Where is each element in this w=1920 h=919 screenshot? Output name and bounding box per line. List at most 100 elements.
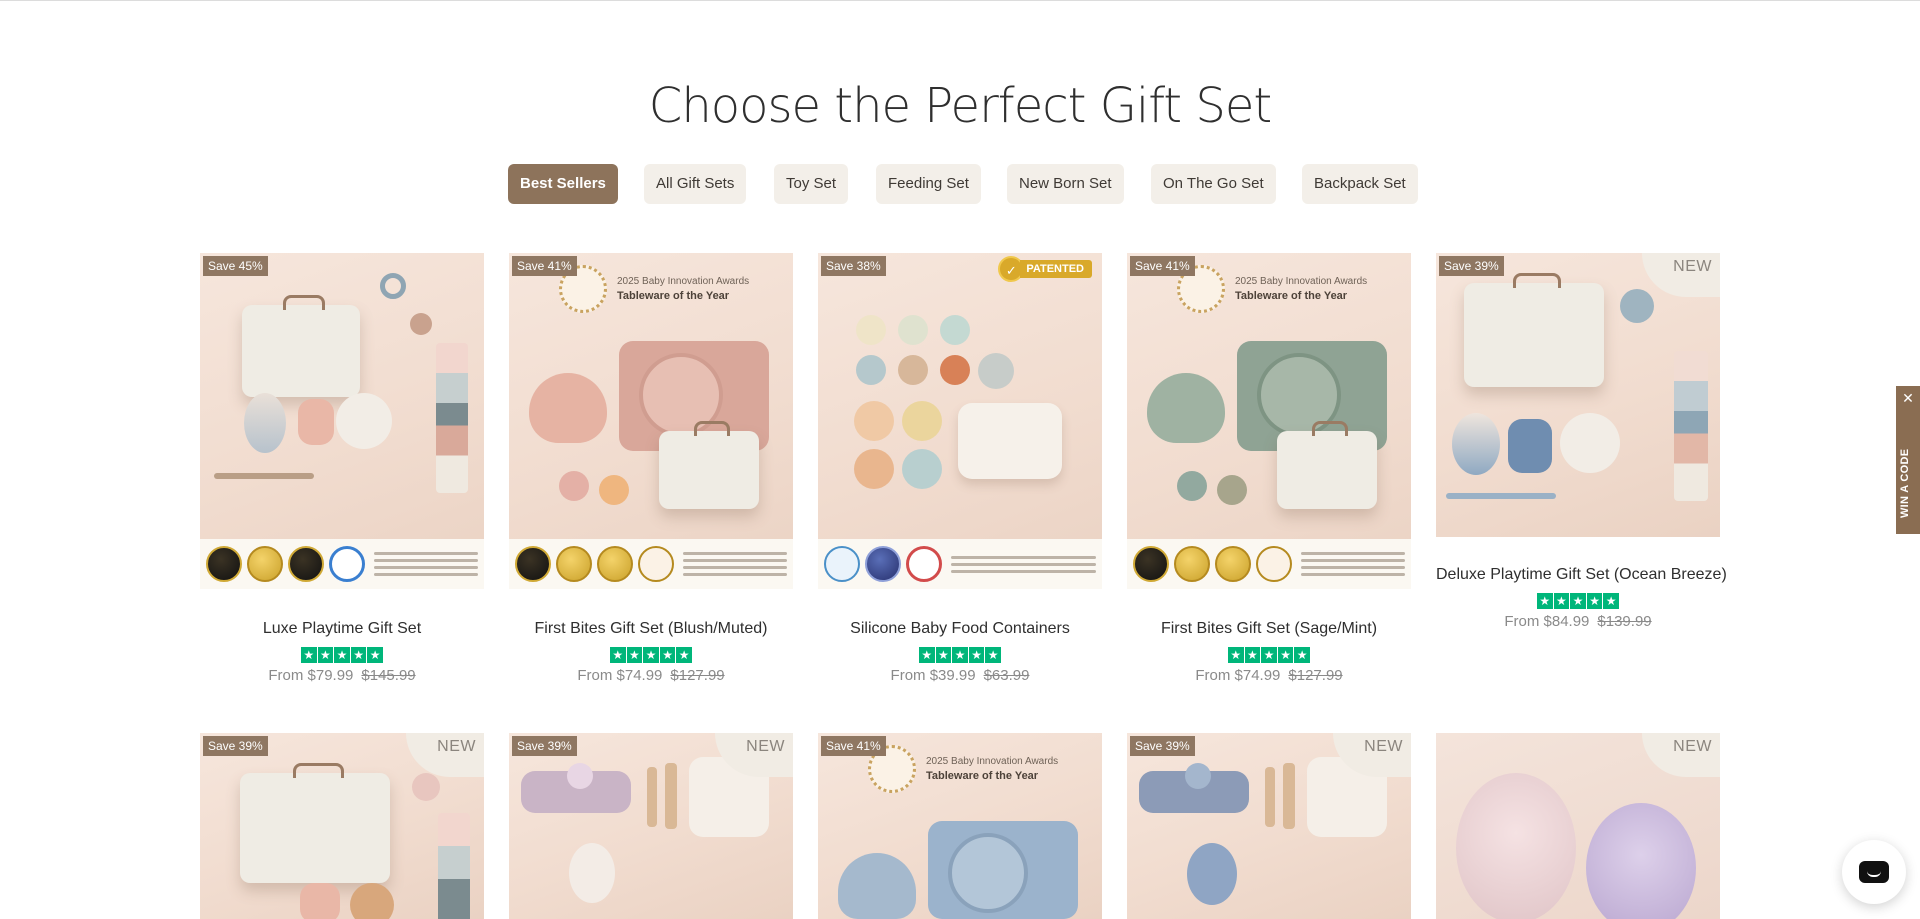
product-name[interactable]: First Bites Gift Set (Blush/Muted) [509,619,793,639]
product-card[interactable]: NEW [1436,733,1720,919]
star-rating: ★ ★ ★ ★ ★ [301,647,383,663]
teether-ring-image [380,273,406,299]
award-header: 2025 Baby Innovation Awards Tableware of … [868,745,1058,793]
product-box-image [958,403,1062,479]
bib-image [529,373,607,443]
product-card[interactable]: Save 39% NEW [509,733,793,919]
discount-badge: Save 41% [512,256,577,276]
bib-image [1147,373,1225,443]
gift-case-image [1277,421,1377,509]
cup-image [1177,471,1207,501]
star-icon: ★ [1553,593,1570,609]
product-card[interactable]: Save 41% 2025 Baby Innovation Awards Tabl… [818,733,1102,919]
win-a-code-label[interactable]: WIN A CODE [1899,408,1911,518]
product-card[interactable]: Save 38% ✓ PATENTED Silicone Baby Food C… [818,253,1102,684]
product-image[interactable]: Save 39% NEW [509,733,793,919]
product-card[interactable]: Save 39% NEW [200,733,484,919]
star-rattle-image [1185,763,1211,789]
award-medal-icon [1256,546,1292,582]
sale-price: From $74.99 [577,667,663,684]
star-icon: ★ [968,647,985,663]
compare-price: $63.99 [983,667,1030,684]
close-icon[interactable]: ✕ [1896,390,1920,407]
product-name[interactable]: Luxe Playtime Gift Set [200,619,484,639]
container-image [856,315,886,345]
sale-price: From $39.99 [890,667,976,684]
product-image[interactable]: Save 38% ✓ PATENTED [818,253,1102,589]
product-name[interactable]: Deluxe Playtime Gift Set (Ocean Breeze) [1436,565,1727,585]
tab-best-sellers[interactable]: Best Sellers [508,164,618,204]
chat-button[interactable] [1842,840,1906,904]
busy-toy-image [300,883,340,919]
star-icon: ★ [1603,593,1619,609]
gift-case-image [659,421,759,509]
award-medal-icon [824,546,860,582]
new-tag: NEW [1642,253,1720,297]
win-a-code-tab[interactable]: ✕ WIN A CODE [1896,386,1920,534]
product-card[interactable]: Save 39% NEW [1127,733,1411,919]
price-row: From $84.99 $139.99 [1436,613,1720,630]
star-icon: ★ [334,647,350,663]
toy-piece-image [412,773,440,801]
plush-bunny-image [1456,773,1576,919]
tab-toy-set[interactable]: Toy Set [774,164,849,204]
bib-image [838,853,916,919]
rattle-image [244,393,286,453]
product-name[interactable]: First Bites Gift Set (Sage/Mint) [1127,619,1411,639]
product-card[interactable]: Save 41% 2025 Baby Innovation Awards Tabl… [509,253,793,684]
container-image [902,449,942,489]
star-icon: ★ [1228,647,1244,663]
patented-badge: ✓ PATENTED [998,256,1092,282]
star-icon: ★ [1277,647,1294,663]
tab-on-the-go-set[interactable]: On The Go Set [1151,164,1276,204]
tab-backpack-set[interactable]: Backpack Set [1302,164,1418,204]
product-image[interactable]: Save 45% [200,253,484,589]
container-image [898,355,928,385]
compare-price: $127.99 [1288,667,1343,684]
award-text-lines [679,552,787,576]
star-rattle-image [567,763,593,789]
cup-image [559,471,589,501]
star-icon: ★ [1294,647,1310,663]
plush-bunny-image [569,843,615,903]
product-image[interactable]: Save 39% NEW [200,733,484,919]
product-card[interactable]: Save 39% NEW Deluxe Playtime Gift Set (O… [1436,253,1727,630]
product-name[interactable]: Silicone Baby Food Containers [818,619,1102,639]
star-icon: ★ [367,647,383,663]
tab-all-gift-sets[interactable]: All Gift Sets [644,164,747,204]
star-icon: ★ [350,647,367,663]
product-image[interactable]: Save 39% NEW [1127,733,1411,919]
compare-price: $145.99 [361,667,416,684]
product-image[interactable]: Save 39% NEW [1436,253,1720,537]
award-medal-icon [1215,546,1251,582]
tab-feeding-set[interactable]: Feeding Set [876,164,981,204]
product-image[interactable]: Save 41% 2025 Baby Innovation Awards Tabl… [818,733,1102,919]
awards-strip [818,539,1102,589]
star-icon: ★ [676,647,692,663]
brush-image [1265,767,1275,827]
star-icon: ★ [1586,593,1603,609]
compare-price: $139.99 [1597,613,1652,630]
discount-badge: Save 39% [1439,256,1504,276]
award-title: 2025 Baby Innovation Awards [926,756,1059,767]
plush-toy-image [350,883,394,919]
product-image[interactable]: NEW [1436,733,1720,919]
plush-dino-image [1187,843,1237,905]
sale-price: From $74.99 [1195,667,1281,684]
awards-strip [200,539,484,589]
award-medal-icon [1174,546,1210,582]
discount-badge: Save 41% [1130,256,1195,276]
awards-strip [1127,539,1411,589]
stacking-cups-image [1674,351,1708,501]
product-card[interactable]: Save 45% Luxe Playtime Gift Set ★ ★ ★ ★ ★ Fr… [200,253,484,684]
divided-plate-image [948,833,1028,913]
product-card[interactable]: Save 41% 2025 Baby Innovation Awards Tabl… [1127,253,1411,684]
product-image[interactable]: Save 41% 2025 Baby Innovation Awards Tabl… [509,253,793,589]
gift-set-tabs: Best Sellers All Gift Sets Toy Set Feedi… [0,164,1920,204]
product-image[interactable]: Save 41% 2025 Baby Innovation Awards Tabl… [1127,253,1411,589]
tab-new-born-set[interactable]: New Born Set [1007,164,1124,204]
discount-badge: Save 39% [512,736,577,756]
brush-image [1283,763,1295,829]
busy-toy-image [1508,419,1552,473]
award-title: 2025 Baby Innovation Awards [1235,276,1368,287]
